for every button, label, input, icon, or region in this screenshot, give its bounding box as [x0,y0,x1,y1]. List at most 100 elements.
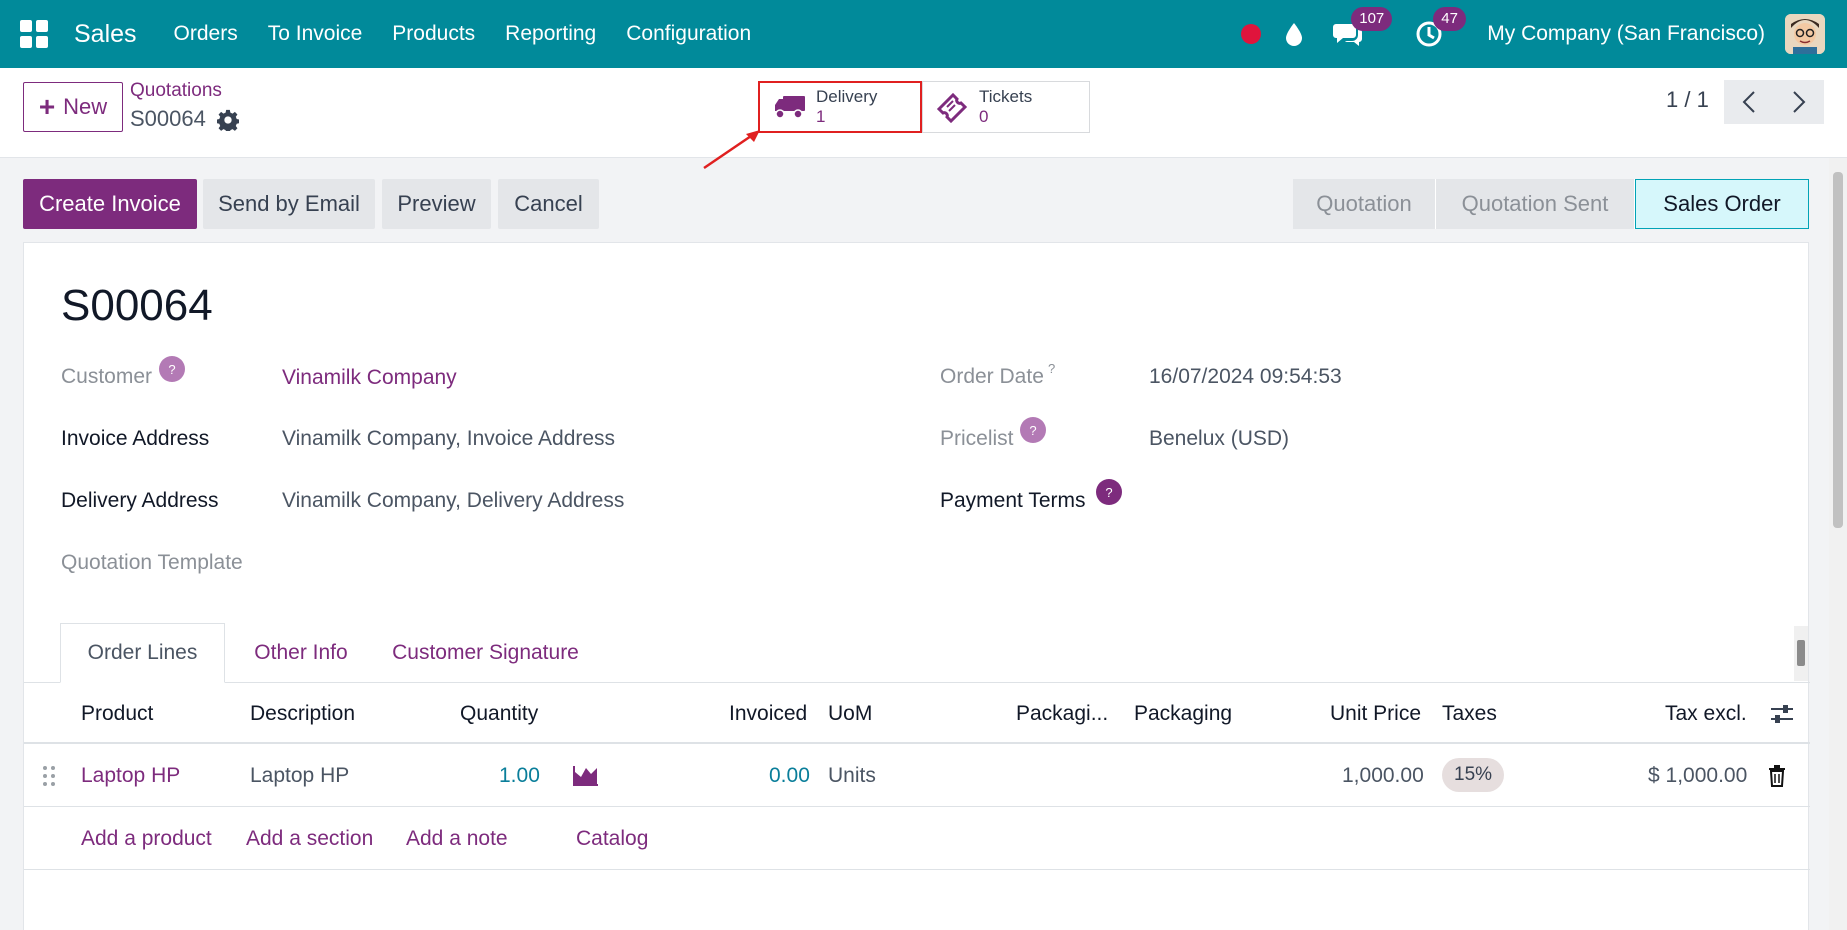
delivery-address-field[interactable]: Vinamilk Company, Delivery Address [282,489,624,513]
add-section-link[interactable]: Add a section [246,827,373,851]
order-date-label: Order Date [940,365,1044,388]
cell-uom[interactable]: Units [828,764,876,788]
customer-field[interactable]: Vinamilk Company [282,366,457,390]
order-date-field[interactable]: 16/07/2024 09:54:53 [1149,365,1342,389]
page-title: S00064 [61,281,213,330]
company-switcher[interactable]: My Company (San Francisco) [1487,22,1765,46]
catalog-link[interactable]: Catalog [576,827,648,851]
tab-other-info[interactable]: Other Info [229,623,373,683]
cell-description[interactable]: Laptop HP [250,764,349,788]
page-scrollbar[interactable] [1829,158,1847,930]
add-product-link[interactable]: Add a product [81,827,212,851]
apps-menu-icon[interactable] [20,20,48,48]
delivery-count: 1 [816,107,826,126]
cancel-button[interactable]: Cancel [498,179,599,229]
pager-next-button[interactable] [1774,80,1824,124]
add-note-link[interactable]: Add a note [406,827,508,851]
status-bar: Quotation Quotation Sent Sales Order [1293,179,1809,229]
col-uom[interactable]: UoM [828,702,872,726]
cell-unit-price[interactable]: 1,000.00 [1342,764,1424,788]
invoice-address-field[interactable]: Vinamilk Company, Invoice Address [282,427,615,451]
breadcrumb-current-record: S00064 [130,106,206,131]
tickets-smart-button[interactable]: Tickets 0 [922,81,1090,133]
col-taxes[interactable]: Taxes [1442,702,1497,726]
top-navbar: Sales Orders To Invoice Products Reporti… [0,0,1847,68]
app-name[interactable]: Sales [74,20,137,49]
stage-sales-order[interactable]: Sales Order [1635,179,1809,229]
breadcrumb-quotations[interactable]: Quotations [130,80,222,102]
drop-icon[interactable] [1285,19,1307,49]
menu-orders[interactable]: Orders [174,22,238,46]
menu-configuration[interactable]: Configuration [626,22,751,46]
preview-button[interactable]: Preview [382,179,491,229]
new-button[interactable]: + New [23,82,123,132]
messages-icon[interactable]: 107 [1333,7,1393,49]
table-row[interactable]: Laptop HP Laptop HP 1.00 0.00 Units 1,00… [24,745,1810,807]
activities-icon[interactable]: 47 [1415,7,1466,49]
quotation-template-label: Quotation Template [61,551,243,574]
customer-label: Customer [61,365,153,388]
col-tax-excl[interactable]: Tax excl. [1665,702,1747,726]
col-quantity[interactable]: Quantity [460,702,538,726]
ticket-icon [935,91,967,123]
col-product[interactable]: Product [81,702,153,726]
control-panel: + New Quotations S00064 Delivery 1 Ticket… [0,68,1847,158]
cell-product[interactable]: Laptop HP [81,764,180,788]
forecast-chart-icon[interactable] [573,764,599,791]
pricelist-help-icon[interactable]: ? [1020,417,1046,443]
stage-quotation[interactable]: Quotation [1293,179,1436,229]
col-description[interactable]: Description [250,702,355,726]
record-dot-icon[interactable] [1241,24,1262,44]
cell-quantity[interactable]: 1.00 [499,764,540,788]
chevron-left-icon [1742,91,1755,113]
tax-badge[interactable]: 15% [1442,758,1505,792]
create-invoice-button[interactable]: Create Invoice [23,179,197,229]
tab-customer-signature[interactable]: Customer Signature [373,623,598,683]
tickets-count: 0 [979,107,989,126]
trash-icon[interactable] [1767,764,1787,793]
menu-products[interactable]: Products [392,22,475,46]
pager-previous-button[interactable] [1724,80,1774,124]
form-sheet: S00064 Customer ? Vinamilk Company Invoi… [23,242,1810,930]
cell-invoiced: 0.00 [769,764,810,787]
annotation-arrow-icon [703,130,760,170]
chevron-right-icon [1793,91,1806,113]
pager-value[interactable]: 1 / 1 [1666,87,1709,113]
pricelist-label: Pricelist [940,427,1014,450]
send-by-email-button[interactable]: Send by Email [203,179,375,229]
payment-terms-label: Payment Terms [940,489,1086,512]
order-lines-header: Product Description Quantity Invoiced Uo… [24,684,1810,744]
col-unit-price[interactable]: Unit Price [1330,702,1421,726]
new-button-label: New [63,94,108,119]
customer-help-icon[interactable]: ? [159,356,185,382]
messages-badge: 107 [1351,7,1393,31]
tab-order-lines[interactable]: Order Lines [60,623,225,683]
col-invoiced[interactable]: Invoiced [729,702,807,726]
menu-to-invoice[interactable]: To Invoice [268,22,363,46]
pricelist-field[interactable]: Benelux (USD) [1149,427,1289,451]
col-packaging[interactable]: Packaging [1134,702,1232,726]
payment-terms-help-icon[interactable]: ? [1096,479,1122,505]
notebook-tabs: Order Lines Other Info Customer Signatur… [24,623,1810,683]
add-line-row: Add a product Add a section Add a note C… [24,808,1810,870]
menu-reporting[interactable]: Reporting [505,22,596,46]
invoice-address-label: Invoice Address [61,427,210,450]
gear-icon[interactable] [216,109,240,133]
cell-tax-excl: $ 1,000.00 [1648,764,1748,787]
tabs-scrollbar[interactable] [1794,626,1808,681]
order-date-help-icon[interactable]: ? [1048,361,1055,376]
drag-handle-icon[interactable] [42,764,56,793]
delivery-smart-button[interactable]: Delivery 1 [758,81,922,133]
truck-icon [774,94,806,120]
main-menu: Orders To Invoice Products Reporting Con… [159,22,767,46]
stage-quotation-sent[interactable]: Quotation Sent [1436,179,1635,229]
delivery-label: Delivery [816,87,878,106]
col-packaging-qty[interactable]: Packagi... [1016,702,1108,726]
activities-badge: 47 [1433,7,1466,31]
column-settings-icon[interactable] [1769,702,1795,731]
delivery-address-label: Delivery Address [61,489,219,512]
systray: 107 47 My Company (San Francisco) [1241,0,1847,68]
plus-icon: + [38,91,56,122]
tickets-label: Tickets [979,87,1033,106]
user-avatar[interactable] [1785,14,1825,54]
